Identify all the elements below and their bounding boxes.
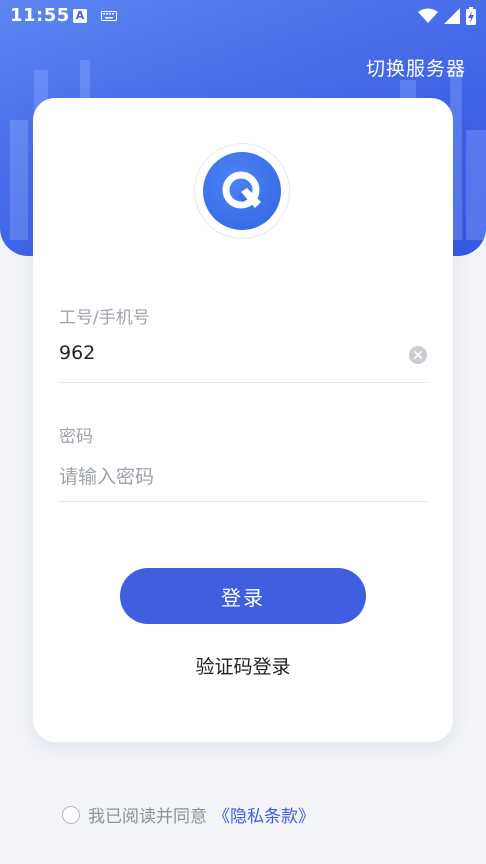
password-divider <box>59 501 427 502</box>
close-icon <box>414 351 422 359</box>
input-method-icon: A <box>73 9 87 23</box>
password-input[interactable]: 请输入密码 <box>59 462 154 489</box>
account-label: 工号/手机号 <box>59 308 150 328</box>
account-input[interactable]: 962 <box>59 342 95 364</box>
agreement-checkbox[interactable] <box>62 805 80 824</box>
sms-login-link[interactable]: 验证码登录 <box>33 652 453 679</box>
login-button[interactable]: 登录 <box>120 568 366 624</box>
privacy-policy-link[interactable]: 《隐私条款》 <box>213 802 315 827</box>
login-card: 工号/手机号 962 密码 请输入密码 登录 验证码登录 <box>33 98 453 742</box>
app-logo <box>194 143 290 239</box>
privacy-agreement: 我已阅读并同意 《隐私条款》 <box>62 802 315 827</box>
signal-icon <box>444 8 460 24</box>
clear-input-button[interactable] <box>409 346 427 364</box>
keyboard-icon <box>101 11 117 21</box>
switch-server-button[interactable]: 切换服务器 <box>366 54 466 81</box>
account-divider <box>59 382 427 383</box>
password-label: 密码 <box>59 427 93 447</box>
agreement-text: 我已阅读并同意 <box>88 807 207 827</box>
battery-charging-icon <box>466 7 476 25</box>
q-logo-icon <box>203 152 281 230</box>
wifi-icon <box>418 8 438 23</box>
status-bar: 11:55 A <box>0 0 486 34</box>
status-time: 11:55 <box>10 5 70 26</box>
